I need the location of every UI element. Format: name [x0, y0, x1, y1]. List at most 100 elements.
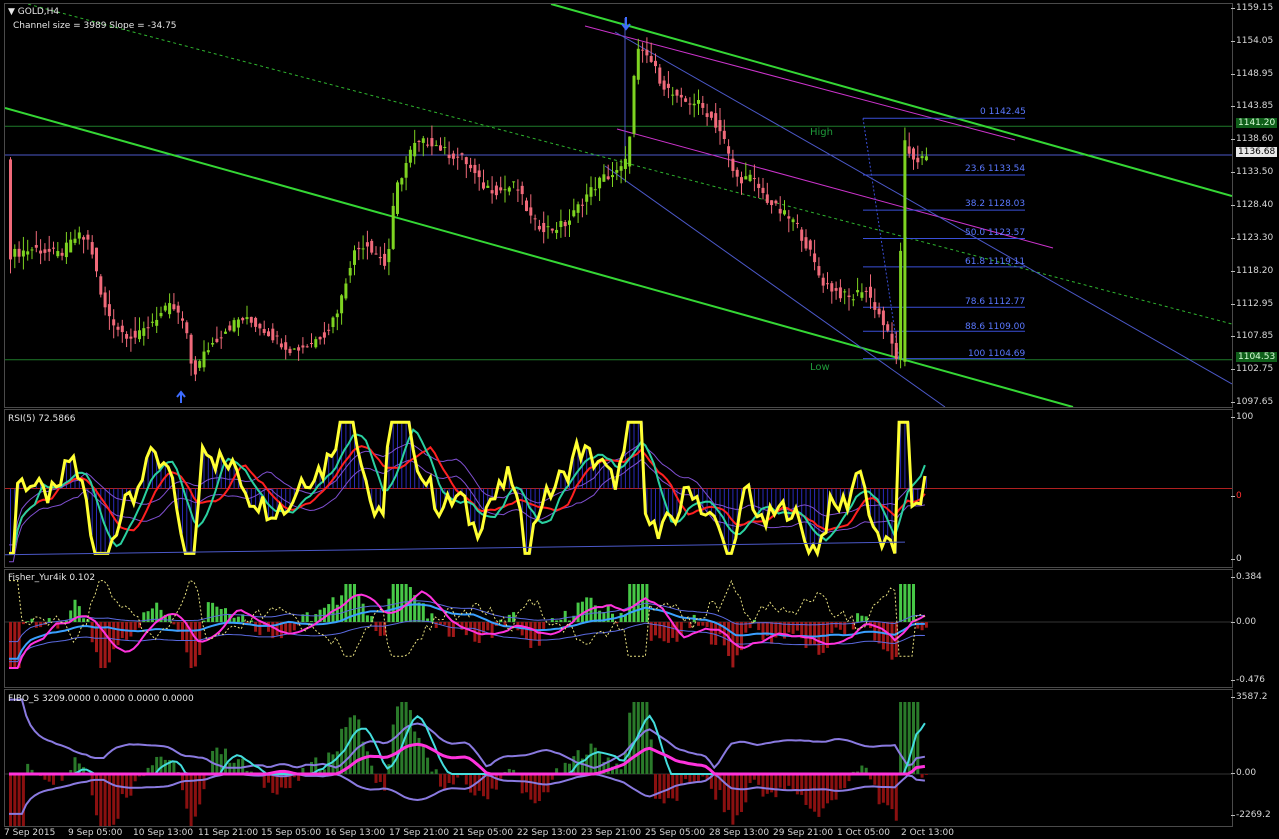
- candle-body: [327, 329, 331, 331]
- fisher-pane[interactable]: Fisher_Yur4ik 0.102: [4, 569, 1233, 688]
- candle-body: [340, 295, 344, 314]
- fisher-histogram-bar: [133, 622, 137, 630]
- candle-body: [95, 247, 98, 272]
- candle-body: [598, 177, 602, 189]
- candle-body: [851, 299, 855, 301]
- candle-body: [224, 331, 227, 334]
- candle-body: [400, 178, 404, 185]
- candle-body: [843, 291, 847, 293]
- fisher-histogram-bar: [903, 584, 907, 622]
- fibo-histogram-bar: [172, 762, 176, 774]
- candle-body: [860, 292, 864, 298]
- low-price-marker: 1104.53: [1236, 352, 1278, 362]
- fisher-histogram-bar: [26, 621, 30, 622]
- fisher-histogram-bar: [658, 622, 662, 639]
- price-tick: 1159.15: [1230, 3, 1274, 13]
- candle-body: [348, 267, 352, 276]
- fibo-scale: 3587.2 0.00 -2269.2: [1230, 689, 1279, 825]
- price-chart-pane[interactable]: ▼ GOLD,H4 Channel size = 3989 Slope = -3…: [4, 3, 1233, 408]
- candle-body: [297, 347, 301, 351]
- fibo-tick: -2269.2: [1231, 810, 1271, 820]
- fisher-histogram-bar: [215, 606, 219, 622]
- fibo-histogram-bar: [331, 754, 335, 774]
- fibo-histogram-bar: [817, 774, 821, 817]
- candle-body: [335, 313, 339, 318]
- rsi-pane[interactable]: RSI(5) 72.5866: [4, 409, 1233, 568]
- fisher-histogram-bar: [391, 584, 395, 622]
- candle-body: [580, 204, 584, 206]
- fibo-histogram-bar: [658, 774, 662, 799]
- fisher-histogram-bar: [761, 622, 765, 640]
- candle-body: [507, 187, 511, 192]
- rsi-label: RSI(5) 72.5866: [8, 414, 76, 424]
- candle-body: [254, 317, 258, 327]
- candle-body: [688, 103, 692, 105]
- time-tick: 17 Sep 21:00: [389, 828, 450, 838]
- fibo-histogram-bar: [73, 757, 77, 774]
- fisher-histogram-bar: [731, 622, 735, 668]
- price-tick: 1143.85: [1230, 101, 1274, 111]
- candle-body: [658, 67, 662, 84]
- candle-body: [907, 146, 911, 154]
- fibo-histogram-bar: [924, 774, 928, 775]
- fibo-histogram-bar: [426, 757, 430, 774]
- rsi-main-line: [9, 420, 927, 558]
- fisher-histogram-bar: [705, 622, 709, 628]
- channel-info: Channel size = 3989 Slope = -34.75: [13, 21, 177, 31]
- fibo-histogram-bar: [765, 774, 769, 794]
- fibo-histogram-bar: [628, 712, 632, 774]
- candle-body: [873, 302, 877, 310]
- candle-body: [804, 237, 808, 249]
- candle-body: [856, 290, 860, 293]
- candle-body: [791, 219, 795, 223]
- time-axis[interactable]: 7 Sep 2015 9 Sep 05:00 10 Sep 13:00 11 S…: [0, 826, 1232, 839]
- candle-body: [847, 295, 851, 298]
- fisher-histogram-bar: [168, 614, 172, 622]
- candle-body: [512, 181, 516, 183]
- candle-body: [632, 75, 636, 134]
- price-scale[interactable]: 1159.15 1154.05 1148.95 1143.85 1138.60 …: [1230, 0, 1279, 407]
- fib-level-23: 23.6 1133.54: [965, 164, 1026, 174]
- candle-body: [795, 222, 799, 224]
- candle-body: [490, 190, 494, 194]
- candle-body: [159, 312, 163, 317]
- fisher-histogram-bar: [469, 622, 473, 628]
- fibo-histogram-bar: [439, 774, 442, 787]
- fibo-histogram-bar: [159, 756, 163, 774]
- candle-body: [365, 242, 369, 247]
- candle-body: [451, 153, 455, 159]
- fibo-histogram-bar: [649, 739, 653, 774]
- candle-body: [499, 187, 503, 191]
- time-tick: 15 Sep 05:00: [261, 828, 322, 838]
- fibo-histogram-bar: [396, 706, 399, 774]
- fisher-histogram-bar: [662, 622, 666, 642]
- candle-body: [821, 277, 825, 286]
- candle-body: [64, 242, 68, 258]
- fibo-histogram-bar: [116, 774, 120, 819]
- candle-body: [899, 250, 903, 360]
- candle-body: [443, 146, 447, 148]
- low-arrow-icon: [176, 390, 186, 403]
- candle-body: [890, 333, 894, 344]
- fibo-histogram-bar: [99, 774, 103, 826]
- fisher-histogram-bar: [559, 619, 563, 622]
- high-label: High: [810, 127, 833, 138]
- candle-body: [39, 250, 43, 254]
- fibo-histogram-bar: [533, 774, 537, 804]
- candle-body: [740, 177, 743, 184]
- fisher-histogram-bar: [77, 606, 81, 622]
- candle-body: [525, 200, 528, 212]
- fibo-histogram-bar: [886, 774, 890, 806]
- candle-body: [813, 253, 817, 263]
- fibo-histogram-bar: [525, 774, 528, 793]
- fibo-histogram-bar: [52, 774, 55, 785]
- candle-body: [920, 156, 924, 159]
- fibo-pane[interactable]: FIBO_S 3209.0000 0.0000 0.0000 0.0000: [4, 689, 1233, 827]
- fibo-histogram-bar: [13, 774, 17, 826]
- fisher-histogram-bar: [860, 615, 864, 622]
- fisher-histogram-bar: [288, 622, 292, 633]
- candle-body: [417, 140, 421, 142]
- candle-body: [408, 149, 412, 163]
- fisher-histogram-bar: [116, 622, 120, 646]
- fibo-histogram-bar: [374, 774, 378, 783]
